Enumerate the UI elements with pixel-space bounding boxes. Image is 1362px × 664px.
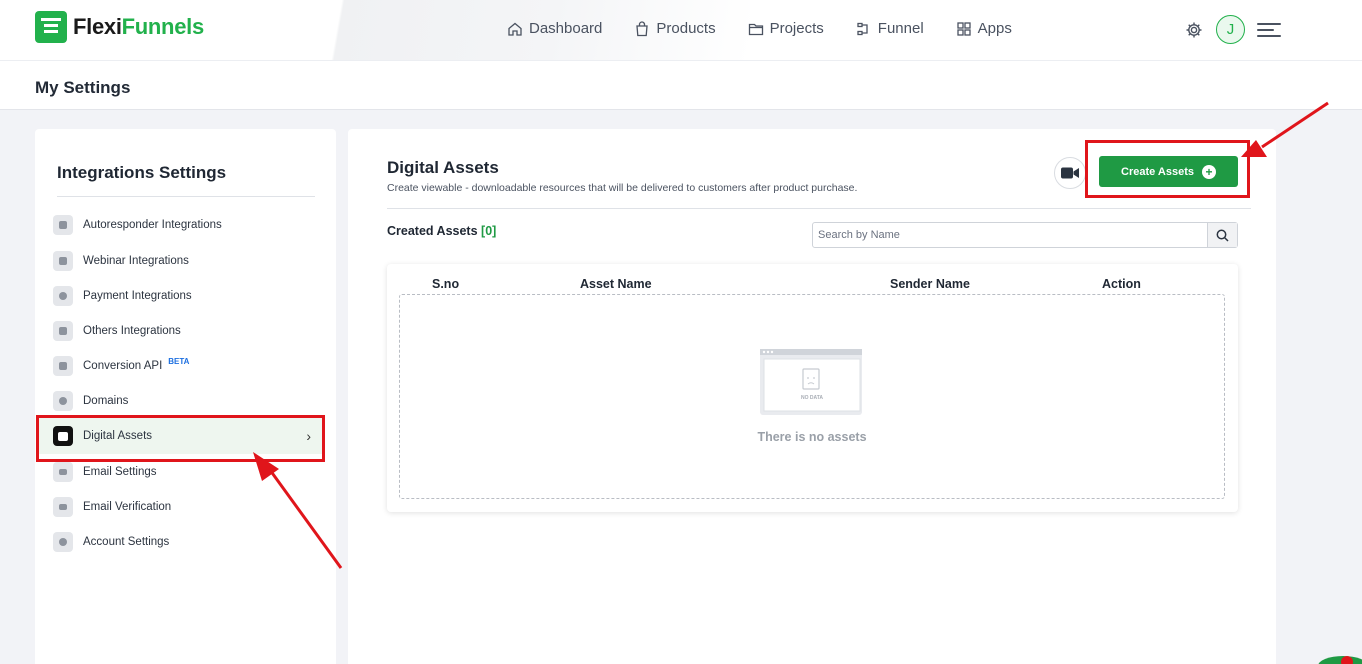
column-header-sender-name: Sender Name (890, 277, 970, 291)
gear-icon[interactable] (1184, 20, 1204, 40)
nav-projects[interactable]: Projects (748, 20, 824, 37)
top-navbar: FlexiFunnels Dashboard Products Projects… (0, 0, 1362, 60)
column-header-sno: S.no (432, 277, 460, 291)
sidebar-item-label: Webinar Integrations (83, 255, 189, 267)
sidebar-item-others[interactable]: Others Integrations (53, 317, 325, 345)
sidebar-item-payment[interactable]: Payment Integrations (53, 282, 325, 310)
nav-apps-label: Apps (977, 20, 1012, 37)
hamburger-menu-icon[interactable] (1257, 22, 1281, 38)
sidebar-item-email-settings[interactable]: Email Settings (53, 458, 325, 486)
gear-icon (53, 532, 73, 552)
nav-products[interactable]: Products (634, 20, 716, 37)
section-divider (387, 208, 1251, 209)
funnel-icon (857, 22, 868, 35)
globe-icon (53, 391, 73, 411)
column-header-asset-name: Asset Name (580, 277, 652, 291)
no-data-label: NO DATA (800, 395, 824, 401)
notification-badge (1341, 656, 1353, 664)
main-nav: Dashboard Products Projects Funnel Apps (507, 20, 1012, 37)
chat-widget-button[interactable] (1318, 656, 1362, 664)
nav-funnel-label: Funnel (877, 20, 924, 37)
folder-icon (748, 23, 763, 35)
nav-funnel[interactable]: Funnel (856, 20, 924, 37)
bag-icon (636, 20, 649, 36)
dollar-icon (53, 286, 73, 306)
sidebar-item-label: Payment Integrations (83, 290, 192, 302)
no-data-illustration (760, 349, 862, 415)
annotation-highlight-create-assets (1085, 140, 1250, 198)
beta-badge: BETA (168, 356, 190, 366)
page-title: My Settings (35, 78, 131, 97)
document-icon (53, 356, 73, 376)
settings-sidebar: Integrations Settings Autoresponder Inte… (35, 129, 336, 664)
mail-icon (53, 462, 73, 482)
video-camera-icon (1061, 167, 1079, 179)
user-icon (53, 215, 73, 235)
sidebar-item-autoresponder[interactable]: Autoresponder Integrations (53, 211, 325, 239)
digital-assets-panel: Digital Assets Create viewable - downloa… (348, 129, 1276, 664)
search-input[interactable] (813, 223, 1207, 247)
user-avatar[interactable]: J (1216, 15, 1245, 44)
page-header: My Settings (0, 60, 1362, 110)
video-tutorial-button[interactable] (1054, 157, 1086, 189)
sidebar-item-account-settings[interactable]: Account Settings (53, 528, 325, 556)
sidebar-item-label: Conversion API (83, 360, 163, 372)
sidebar-item-label: Autoresponder Integrations (83, 219, 222, 231)
play-icon (53, 251, 73, 271)
empty-state-text: There is no assets (757, 430, 867, 444)
sidebar-item-conversion-api[interactable]: Conversion API BETA (53, 352, 325, 380)
sidebar-item-webinar[interactable]: Webinar Integrations (53, 247, 325, 275)
sidebar-item-label: Email Settings (83, 466, 157, 478)
apps-grid-icon (957, 21, 971, 36)
logo-icon (35, 11, 67, 43)
assets-table: S.no Asset Name Sender Name Action NO DA… (387, 264, 1238, 512)
annotation-highlight-digital-assets (36, 415, 325, 462)
home-icon (508, 22, 522, 36)
document-icon (53, 321, 73, 341)
section-description: Create viewable - downloadable resources… (387, 182, 858, 194)
sidebar-title: Integrations Settings (57, 163, 227, 182)
sidebar-item-label: Account Settings (83, 536, 170, 548)
sidebar-item-label: Domains (83, 395, 129, 407)
nav-products-label: Products (656, 20, 716, 37)
logo-text: FlexiFunnels (73, 14, 204, 39)
sidebar-item-label: Email Verification (83, 501, 172, 513)
created-assets-label: Created Assets (387, 224, 478, 238)
created-assets-heading: Created Assets [0] (387, 224, 496, 238)
empty-state: NO DATA There is no assets (399, 294, 1225, 499)
nav-projects-label: Projects (769, 20, 824, 37)
sidebar-item-label: Others Integrations (83, 325, 181, 337)
mail-check-icon (53, 497, 73, 517)
search-button[interactable] (1207, 223, 1237, 247)
created-assets-count: [0] (481, 224, 497, 238)
search-box (812, 222, 1238, 248)
nav-apps[interactable]: Apps (956, 20, 1012, 37)
nav-dashboard[interactable]: Dashboard (507, 20, 602, 37)
header-actions: J (1184, 15, 1281, 44)
sidebar-divider (57, 196, 315, 197)
nav-dashboard-label: Dashboard (529, 20, 603, 37)
flexifunnels-logo[interactable]: FlexiFunnels (35, 11, 204, 43)
sidebar-item-email-verification[interactable]: Email Verification (53, 493, 325, 521)
section-title: Digital Assets (387, 158, 499, 177)
search-icon (1216, 229, 1229, 242)
column-header-action: Action (1102, 277, 1141, 291)
sidebar-item-domains[interactable]: Domains (53, 387, 325, 415)
